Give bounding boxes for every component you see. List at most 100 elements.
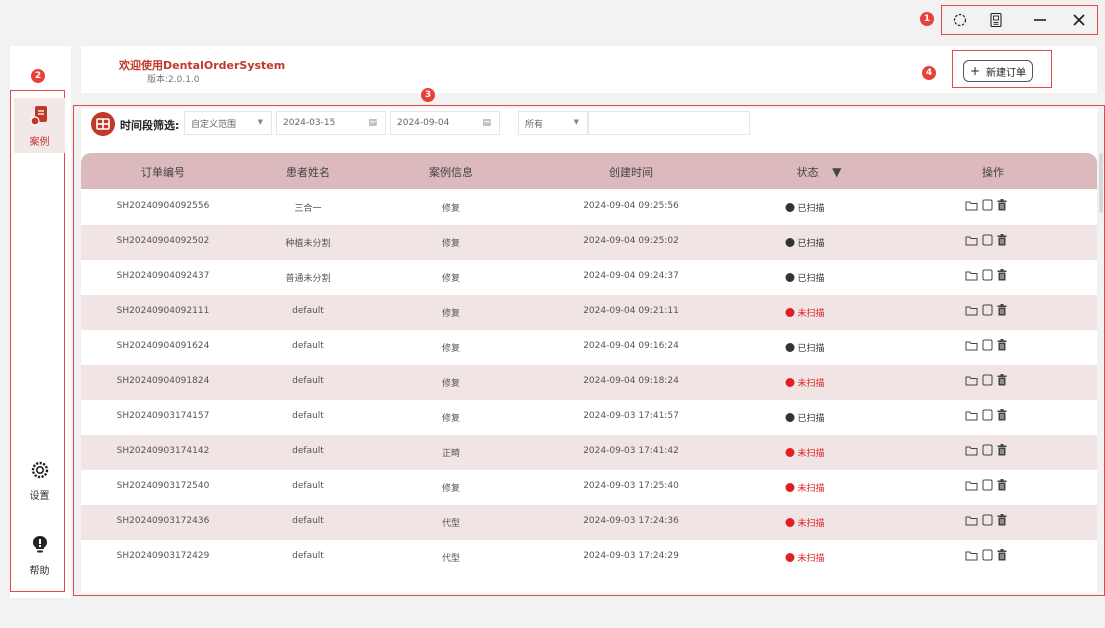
column-header: 案例信息 xyxy=(429,166,473,179)
cell-case: 修复 xyxy=(441,204,461,214)
column-header: 患者姓名 xyxy=(286,166,330,179)
status-column-header[interactable]: 状态 ▼ xyxy=(797,164,842,180)
cell-order-id: SH20240904092111 xyxy=(116,306,210,316)
folder-icon[interactable] xyxy=(965,445,978,456)
start-date-field[interactable]: 2024-03-15 ▤ xyxy=(276,111,386,135)
status-badge: 已扫描 xyxy=(785,341,825,354)
table-row[interactable]: SH20240903174157 default 修复 2024-09-03 17:4… xyxy=(81,400,1097,435)
help-icon xyxy=(31,535,49,558)
status-dot-icon xyxy=(785,343,795,352)
table-row[interactable]: SH20240903172540 default 修复 2024-09-03 17:2… xyxy=(81,470,1097,505)
table-row[interactable]: SH20240903172429 default 代型 2024-09-03 17:2… xyxy=(81,540,1097,575)
table-row[interactable]: SH20240903174142 default 正畸 2024-09-03 17:4… xyxy=(81,435,1097,470)
search-input[interactable] xyxy=(588,111,750,135)
version-label: 版本:2.0.1.0 xyxy=(147,75,200,85)
sidebar-item-settings[interactable]: 设置 xyxy=(14,460,65,508)
cell-order-id: SH20240904092502 xyxy=(116,236,210,246)
trash-icon[interactable] xyxy=(997,479,1007,491)
status-text: 已扫描 xyxy=(797,414,825,424)
status-select[interactable]: 所有 ▼ xyxy=(518,111,588,135)
annotation-badge-3: 3 xyxy=(421,88,435,102)
row-actions xyxy=(965,304,1007,316)
table-row[interactable]: SH20240904091624 default 修复 2024-09-04 09:1… xyxy=(81,330,1097,365)
status-badge: 已扫描 xyxy=(785,411,825,424)
range-select[interactable]: 自定义范围 ▼ xyxy=(184,111,272,135)
status-dot-icon xyxy=(785,378,795,387)
copy-icon[interactable] xyxy=(982,269,993,281)
sidebar-item-cases[interactable]: 案例 xyxy=(14,98,65,153)
plus-icon: + xyxy=(969,64,981,78)
copy-icon[interactable] xyxy=(982,339,993,351)
copy-icon[interactable] xyxy=(982,374,993,386)
copy-icon[interactable] xyxy=(982,234,993,246)
folder-icon[interactable] xyxy=(965,305,978,316)
copy-icon[interactable] xyxy=(982,444,993,456)
copy-icon[interactable] xyxy=(982,549,993,561)
table-row[interactable]: SH20240904092556 三合一 修复 2024-09-04 09:25:56… xyxy=(81,190,1097,225)
new-order-label: 新建订单 xyxy=(986,67,1027,79)
sidebar-item-help[interactable]: 帮助 xyxy=(14,535,65,583)
sidebar-item-label: 案例 xyxy=(29,137,50,148)
table-header: 订单编号 患者姓名 案例信息 创建时间 状态 ▼ 操作 xyxy=(81,153,1097,189)
trash-icon[interactable] xyxy=(997,444,1007,456)
row-actions xyxy=(965,199,1007,211)
table-row[interactable]: SH20240904092502 种植未分割 修复 2024-09-04 09:25:… xyxy=(81,225,1097,260)
folder-icon[interactable] xyxy=(965,270,978,281)
folder-icon[interactable] xyxy=(965,340,978,351)
cell-created: 2024-09-04 09:18:24 xyxy=(583,376,679,386)
copy-icon[interactable] xyxy=(982,514,993,526)
copy-icon[interactable] xyxy=(982,409,993,421)
status-text: 已扫描 xyxy=(797,344,825,354)
folder-icon[interactable] xyxy=(965,480,978,491)
status-text: 未扫描 xyxy=(797,554,825,564)
folder-icon[interactable] xyxy=(965,235,978,246)
trash-icon[interactable] xyxy=(997,199,1007,211)
trash-icon[interactable] xyxy=(997,234,1007,246)
cell-created: 2024-09-04 09:24:37 xyxy=(583,271,679,281)
new-order-button[interactable]: + 新建订单 xyxy=(963,60,1033,82)
minimize-icon[interactable] xyxy=(1028,9,1052,31)
cell-created: 2024-09-03 17:41:57 xyxy=(583,411,679,421)
cell-case: 修复 xyxy=(441,379,461,389)
cell-created: 2024-09-03 17:41:42 xyxy=(583,446,679,456)
welcome-title: 欢迎使用DentalOrderSystem xyxy=(119,59,286,72)
row-actions xyxy=(965,409,1007,421)
status-dot-icon xyxy=(785,553,795,562)
trash-icon[interactable] xyxy=(997,339,1007,351)
trash-icon[interactable] xyxy=(997,549,1007,561)
row-actions xyxy=(965,549,1007,561)
folder-icon[interactable] xyxy=(965,515,978,526)
close-icon[interactable] xyxy=(1067,9,1091,31)
chevron-down-icon: ▼ xyxy=(257,118,263,126)
table-scrollbar[interactable] xyxy=(1099,153,1103,213)
table-row[interactable]: SH20240903172436 default 代型 2024-09-03 17:2… xyxy=(81,505,1097,540)
trash-icon[interactable] xyxy=(997,514,1007,526)
trash-icon[interactable] xyxy=(997,269,1007,281)
status-dot-icon xyxy=(785,413,795,422)
status-dot-icon xyxy=(785,308,795,317)
trash-icon[interactable] xyxy=(997,409,1007,421)
sidebar-item-label: 设置 xyxy=(29,491,50,502)
table-row[interactable]: SH20240904092437 普通未分割 修复 2024-09-04 09:24:… xyxy=(81,260,1097,295)
cell-patient: default xyxy=(292,446,324,456)
copy-icon[interactable] xyxy=(982,199,993,211)
chevron-down-icon: ▼ xyxy=(573,118,579,126)
status-dot-icon xyxy=(785,238,795,247)
end-date-field[interactable]: 2024-09-04 ▤ xyxy=(390,111,500,135)
folder-icon[interactable] xyxy=(965,410,978,421)
status-badge: 已扫描 xyxy=(785,236,825,249)
cell-case: 修复 xyxy=(441,414,461,424)
trash-icon[interactable] xyxy=(997,304,1007,316)
copy-icon[interactable] xyxy=(982,304,993,316)
cell-case: 代型 xyxy=(441,554,461,564)
target-icon[interactable] xyxy=(948,9,972,31)
folder-icon[interactable] xyxy=(965,200,978,211)
table-row[interactable]: SH20240904092111 default 修复 2024-09-04 09:2… xyxy=(81,295,1097,330)
folder-icon[interactable] xyxy=(965,375,978,386)
trash-icon[interactable] xyxy=(997,374,1007,386)
scan-icon[interactable] xyxy=(984,9,1008,31)
table-row[interactable]: SH20240904091824 default 修复 2024-09-04 09:1… xyxy=(81,365,1097,400)
folder-icon[interactable] xyxy=(965,550,978,561)
copy-icon[interactable] xyxy=(982,479,993,491)
status-text: 未扫描 xyxy=(797,449,825,459)
